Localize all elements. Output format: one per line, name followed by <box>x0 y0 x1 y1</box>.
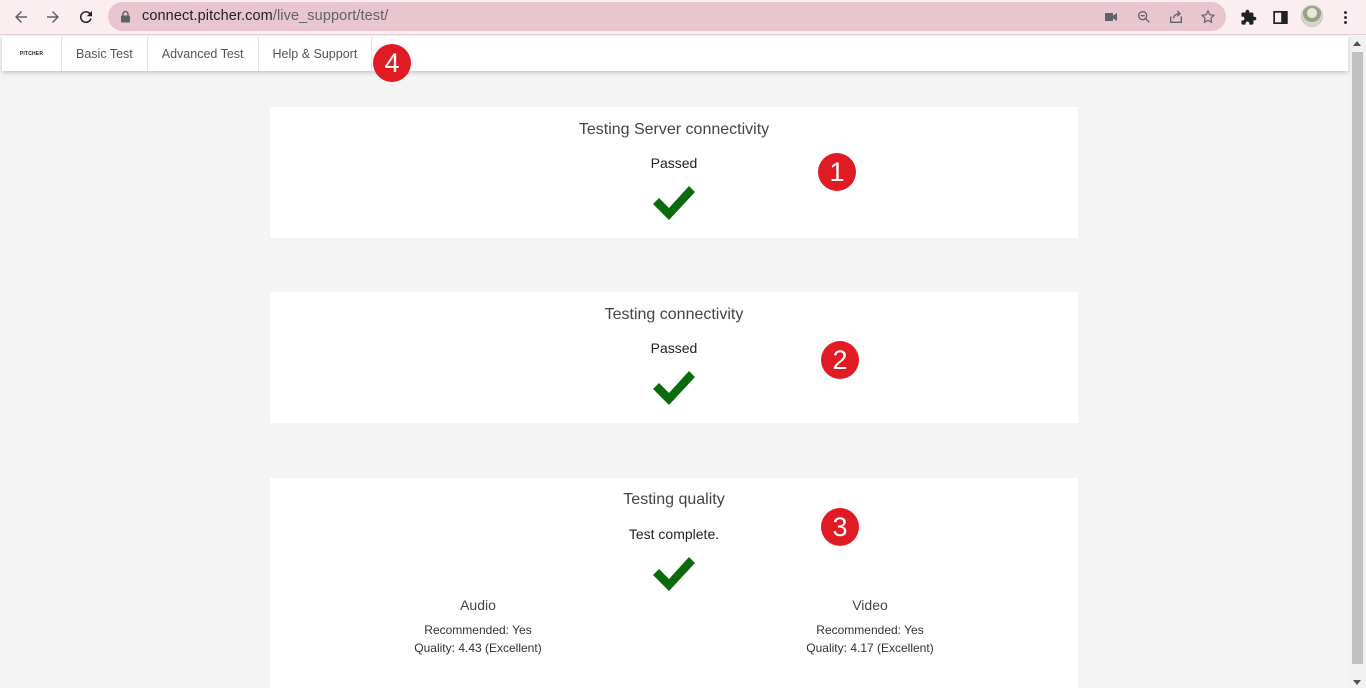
nav-help-support[interactable]: Help & Support <box>259 36 373 71</box>
zoom-icon[interactable] <box>1135 8 1153 26</box>
annotation-badge-3: 3 <box>821 508 859 546</box>
connectivity-card: Testing connectivity Passed <box>270 292 1078 423</box>
card-status: Test complete. <box>628 526 720 542</box>
logo-text: PITCHER <box>19 50 44 57</box>
video-quality: Quality: 4.17 (Excellent) <box>806 641 934 655</box>
camera-icon[interactable] <box>1102 8 1120 26</box>
arrow-left-icon <box>15 11 27 23</box>
video-metrics: Video Recommended: Yes Quality: 4.17 (Ex… <box>770 597 970 657</box>
scroll-thumb[interactable] <box>1352 52 1363 664</box>
side-panel-icon[interactable] <box>1270 7 1290 27</box>
menu-dots-icon[interactable] <box>1335 7 1355 27</box>
card-status: Passed <box>650 340 698 356</box>
arrow-right-icon <box>47 11 59 23</box>
site-navbar: PITCHER Basic Test Advanced Test Help & … <box>2 36 1348 71</box>
server-connectivity-card: Testing Server connectivity Passed <box>270 107 1078 238</box>
star-icon[interactable] <box>1199 8 1217 26</box>
address-bar[interactable]: connect.pitcher.com/live_support/test/ <box>108 2 1226 31</box>
annotation-badge-2: 2 <box>821 341 859 379</box>
reload-button[interactable] <box>73 4 99 30</box>
back-button[interactable] <box>8 4 34 30</box>
extensions-icon[interactable] <box>1238 7 1258 27</box>
page-scrollbar[interactable] <box>1349 36 1366 688</box>
card-title: Testing connectivity <box>604 306 744 323</box>
url-text: connect.pitcher.com/live_support/test/ <box>142 8 388 24</box>
forward-button[interactable] <box>40 4 66 30</box>
card-status: Passed <box>650 155 698 171</box>
video-title: Video <box>852 597 888 613</box>
url-host: connect.pitcher.com <box>142 8 273 24</box>
annotation-badge-1: 1 <box>818 153 856 191</box>
card-title: Testing quality <box>623 491 725 508</box>
audio-quality: Quality: 4.43 (Excellent) <box>414 641 542 655</box>
nav-basic-test[interactable]: Basic Test <box>62 36 148 71</box>
audio-recommended: Recommended: Yes <box>424 623 532 637</box>
nav-advanced-test[interactable]: Advanced Test <box>148 36 259 71</box>
card-title: Testing Server connectivity <box>578 121 770 138</box>
scroll-up-icon[interactable] <box>1353 41 1361 46</box>
annotation-badge-4: 4 <box>373 44 411 82</box>
lock-icon <box>121 10 130 23</box>
audio-metrics: Audio Recommended: Yes Quality: 4.43 (Ex… <box>378 597 578 657</box>
quality-card: Testing quality Test complete. Audio Rec… <box>270 478 1078 688</box>
url-path: /live_support/test/ <box>272 8 389 24</box>
pitcher-logo[interactable]: PITCHER <box>2 36 62 71</box>
checkmark-icon <box>651 184 697 224</box>
reload-icon <box>79 11 92 24</box>
audio-title: Audio <box>460 597 496 613</box>
scroll-down-icon[interactable] <box>1353 680 1361 685</box>
checkmark-icon <box>651 555 697 595</box>
video-recommended: Recommended: Yes <box>816 623 924 637</box>
checkmark-icon <box>651 369 697 409</box>
browser-toolbar: connect.pitcher.com/live_support/test/ <box>0 0 1366 35</box>
profile-avatar[interactable] <box>1301 5 1323 27</box>
share-icon[interactable] <box>1167 8 1185 26</box>
